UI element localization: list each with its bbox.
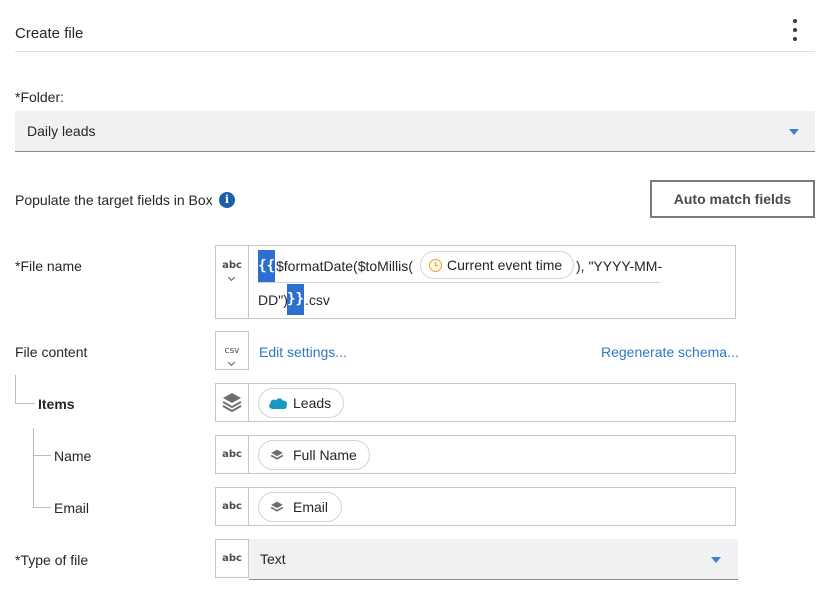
email-label: Email: [54, 500, 90, 516]
formula-close-brace: }}: [287, 284, 304, 315]
chevron-down-icon: [789, 129, 799, 135]
edit-settings-link[interactable]: Edit settings...: [259, 344, 347, 360]
pill-label: Full Name: [293, 447, 357, 463]
file-name-type-selector[interactable]: abc: [215, 245, 249, 319]
kebab-menu-icon[interactable]: [789, 17, 801, 43]
tree-connector: [15, 375, 16, 404]
folder-label: *Folder:: [15, 89, 65, 105]
formula-open-brace: {{: [258, 250, 275, 282]
panel-header: Create file: [15, 15, 815, 52]
file-name-type-label: abc: [222, 260, 242, 271]
info-icon[interactable]: i: [219, 192, 235, 208]
type-of-file-type-selector[interactable]: abc: [215, 539, 249, 578]
formula-text-part2: ), "YYYY-MM-: [576, 258, 663, 274]
file-extension-text: .csv: [305, 292, 330, 308]
chevron-down-icon: [227, 273, 236, 282]
file-name-label: *File name: [15, 258, 82, 274]
auto-match-fields-button[interactable]: Auto match fields: [650, 180, 815, 218]
pill-label: Current event time: [447, 257, 563, 273]
file-content-type-selector[interactable]: csv: [215, 331, 249, 370]
email-pill[interactable]: Email: [258, 492, 342, 522]
email-type-label: abc: [222, 501, 242, 512]
pill-label: Email: [293, 499, 329, 515]
folder-select[interactable]: Daily leads: [15, 111, 815, 152]
tree-connector: [33, 428, 34, 508]
type-of-file-label: *Type of file: [15, 552, 89, 568]
page-title: Create file: [15, 25, 84, 42]
tree-connector: [15, 403, 35, 404]
name-field[interactable]: Full Name: [248, 435, 736, 474]
email-type-selector[interactable]: abc: [215, 487, 249, 526]
tree-connector: [33, 455, 51, 456]
line-divider: [258, 282, 660, 283]
current-event-time-pill[interactable]: Current event time: [420, 251, 574, 279]
type-of-file-select[interactable]: Text: [249, 539, 738, 580]
salesforce-cloud-icon: [269, 398, 288, 410]
file-content-type-label: csv: [224, 346, 240, 356]
formula-text-part1: $formatDate($toMillis(: [276, 258, 413, 274]
clock-icon: [429, 259, 442, 272]
name-label: Name: [54, 448, 92, 464]
items-label: Items: [38, 396, 75, 412]
name-type-label: abc: [222, 449, 242, 460]
file-content-label: File content: [15, 344, 88, 360]
layers-icon: [222, 393, 242, 413]
items-type-selector[interactable]: [215, 383, 249, 422]
folder-value: Daily leads: [27, 123, 96, 139]
regenerate-schema-link[interactable]: Regenerate schema...: [601, 344, 739, 360]
leads-pill[interactable]: Leads: [258, 388, 344, 418]
items-field[interactable]: Leads: [248, 383, 736, 422]
layers-icon: [270, 449, 284, 460]
chevron-down-icon: [711, 557, 721, 563]
pill-label: Leads: [293, 395, 332, 411]
full-name-pill[interactable]: Full Name: [258, 440, 370, 470]
type-of-file-type-label: abc: [222, 553, 242, 564]
name-type-selector[interactable]: abc: [215, 435, 249, 474]
file-name-field[interactable]: {{ $formatDate($toMillis( Current event …: [248, 245, 736, 319]
email-field[interactable]: Email: [248, 487, 736, 526]
chevron-down-icon: [227, 358, 236, 367]
formula-text-part3: DD"): [258, 292, 288, 308]
populate-label: Populate the target fields in Box: [15, 192, 213, 208]
type-of-file-value: Text: [260, 551, 286, 567]
tree-connector: [33, 507, 51, 508]
layers-icon: [270, 501, 284, 512]
